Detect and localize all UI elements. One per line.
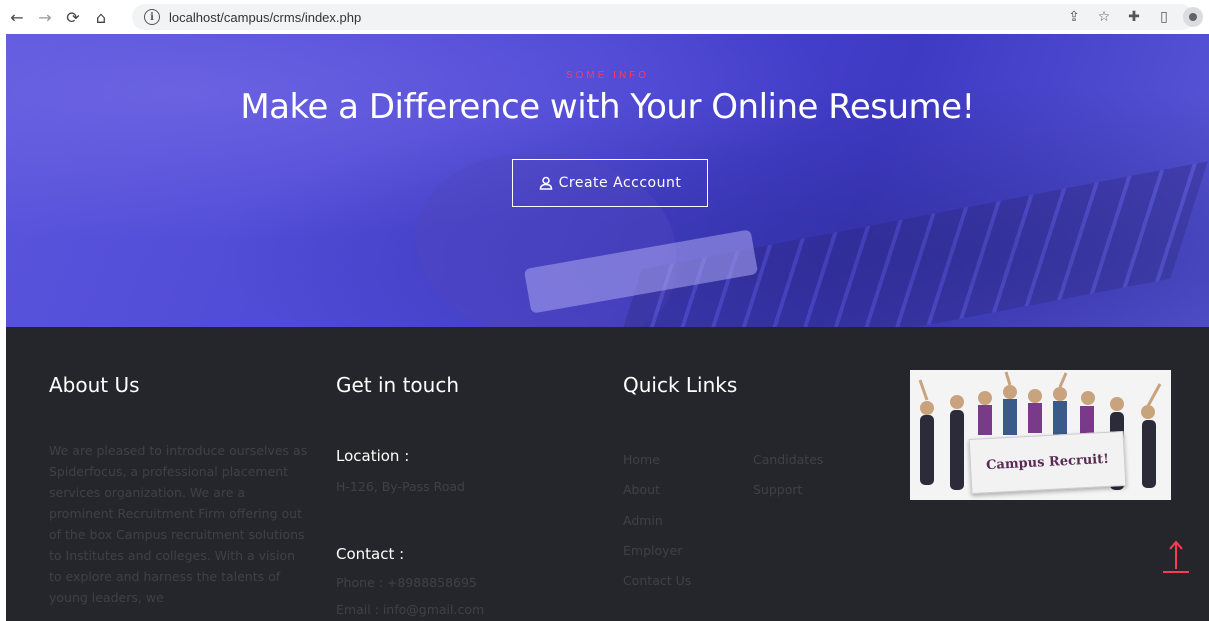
back-arrow-icon[interactable]: ← [6, 6, 28, 28]
reload-icon[interactable]: ⟳ [62, 6, 84, 28]
create-account-button[interactable]: Create Acccount [512, 159, 708, 207]
campus-recruit-banner: Campus Recruit! [968, 430, 1127, 495]
footer: About Us We are pleased to introduce our… [6, 327, 1209, 621]
hero-subtitle: SOME INFO [565, 70, 650, 81]
page-content: SOME INFO Make a Difference with Your On… [6, 34, 1209, 621]
share-icon[interactable]: ⇪ [1063, 6, 1085, 28]
phone-value: Phone : +8988858695 [336, 575, 477, 590]
hero-title: Make a Difference with Your Online Resum… [240, 87, 975, 127]
location-value: H-126, By-Pass Road [336, 479, 465, 494]
touch-heading: Get in touch [336, 373, 460, 397]
sidebar-icon[interactable]: ▯ [1153, 6, 1175, 28]
star-icon[interactable]: ☆ [1093, 6, 1115, 28]
site-info-icon[interactable]: i [144, 9, 160, 25]
user-icon [539, 176, 552, 190]
forward-arrow-icon[interactable]: → [34, 6, 56, 28]
link-home[interactable]: Home [623, 452, 660, 467]
home-icon[interactable]: ⌂ [90, 6, 112, 28]
create-account-label: Create Acccount [558, 175, 682, 191]
link-contact-us[interactable]: Contact Us [623, 573, 691, 588]
hero-section: SOME INFO Make a Difference with Your On… [6, 34, 1209, 387]
link-support[interactable]: Support [753, 482, 802, 497]
link-candidates[interactable]: Candidates [753, 452, 823, 467]
about-heading: About Us [49, 373, 140, 397]
browser-toolbar: ← → ⟳ ⌂ i localhost/campus/crms/index.ph… [0, 0, 1209, 34]
email-value: Email : info@gmail.com [336, 602, 485, 617]
location-label: Location : [336, 447, 410, 465]
extensions-icon[interactable]: ✚ [1123, 6, 1145, 28]
quick-links-heading: Quick Links [623, 373, 738, 397]
campus-recruit-image: Campus Recruit! [910, 370, 1171, 500]
url-text[interactable]: localhost/campus/crms/index.php [169, 10, 361, 25]
link-employer[interactable]: Employer [623, 543, 682, 558]
link-admin[interactable]: Admin [623, 513, 663, 528]
about-text: We are pleased to introduce ourselves as… [49, 443, 308, 605]
scroll-to-top-icon[interactable] [1161, 539, 1191, 575]
address-bar[interactable]: i localhost/campus/crms/index.php [132, 4, 1194, 30]
profile-avatar[interactable] [1183, 7, 1203, 27]
link-about[interactable]: About [623, 482, 660, 497]
contact-label: Contact : [336, 545, 405, 563]
